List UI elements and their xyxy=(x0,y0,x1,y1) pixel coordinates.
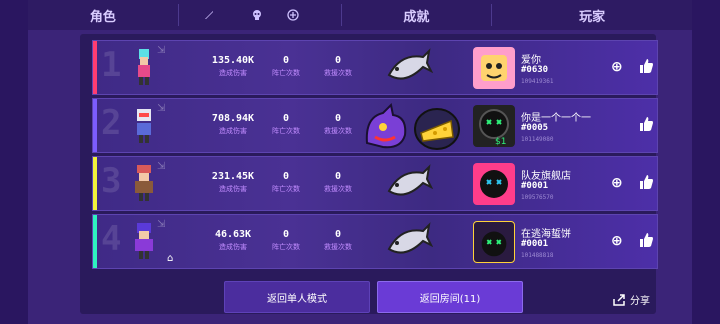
player-name: 队友旗舰店 xyxy=(521,171,571,182)
rescues-value: 0 xyxy=(334,229,342,240)
player-avatar[interactable]: $1 xyxy=(473,105,515,147)
return-room-button[interactable]: 返回房间(11) xyxy=(377,281,523,313)
thumbs-up-icon[interactable] xyxy=(638,174,654,190)
player-uid: 101488818 xyxy=(521,252,554,259)
share-label: 分享 xyxy=(630,296,650,307)
rank-number: 4 xyxy=(101,219,122,259)
rescues-label: 救援次数 xyxy=(324,243,352,251)
deaths-value: 0 xyxy=(282,229,290,240)
player-avatar[interactable] xyxy=(473,163,515,205)
deaths-label: 阵亡次数 xyxy=(272,243,300,251)
player-row-1: 1 ⇲ 135.40K 造成伤害 0 阵亡次数 0 救援次数 爱你 #0630 … xyxy=(92,40,658,95)
damage-stat: 708.94K 造成伤害 xyxy=(203,113,263,136)
player-uid: 109576570 xyxy=(521,194,554,201)
rescues-value: 0 xyxy=(334,113,342,124)
results-panel: 1 ⇲ 135.40K 造成伤害 0 阵亡次数 0 救援次数 爱你 #0630 … xyxy=(80,34,658,314)
player-avatar[interactable] xyxy=(473,47,515,89)
damage-stat: 135.40K 造成伤害 xyxy=(203,55,263,78)
rank-accent xyxy=(93,99,97,152)
rescues-label: 救援次数 xyxy=(324,127,352,135)
rank-accent xyxy=(93,215,97,268)
add-friend-icon[interactable]: ⊕ xyxy=(611,233,623,249)
deaths-value: 0 xyxy=(282,171,290,182)
damage-label: 造成伤害 xyxy=(219,69,247,77)
player-uid: 101149080 xyxy=(521,136,554,143)
home-icon: ⌂ xyxy=(167,253,174,264)
deaths-label: 阵亡次数 xyxy=(272,69,300,77)
add-friend-icon[interactable]: ⊕ xyxy=(611,59,623,75)
player-uid: 109419361 xyxy=(521,78,554,85)
cheese-icon[interactable] xyxy=(411,103,463,151)
rescues-stat: 0 救援次数 xyxy=(315,113,361,136)
rescues-stat: 0 救援次数 xyxy=(315,171,361,194)
damage-stat: 46.63K 造成伤害 xyxy=(203,229,263,252)
rank-accent xyxy=(93,41,97,94)
rank-number: 2 xyxy=(101,103,122,143)
header-role: 角色 xyxy=(89,9,116,25)
deaths-stat: 0 阵亡次数 xyxy=(263,229,309,252)
thumbs-up-icon[interactable] xyxy=(638,116,654,132)
player-row-2: 2 ⇲ 708.94K 造成伤害 0 阵亡次数 0 救援次数 $1 你是一个一个… xyxy=(92,98,658,153)
rescues-stat: 0 救援次数 xyxy=(315,55,361,78)
character-avatar xyxy=(137,109,151,143)
plus-circle-icon xyxy=(275,0,311,30)
player-tag: #0001 xyxy=(521,181,549,191)
fish-icon[interactable] xyxy=(383,45,433,91)
player-row-3: 3 ⇲ 231.45K 造成伤害 0 阵亡次数 0 救援次数 队友旗舰店 #00… xyxy=(92,156,658,211)
deaths-label: 阵亡次数 xyxy=(272,127,300,135)
damage-stat: 231.45K 造成伤害 xyxy=(203,171,263,194)
player-tag: #0005 xyxy=(521,123,549,133)
share-icon xyxy=(613,293,625,306)
damage-value: 135.40K xyxy=(211,55,255,66)
fish-icon[interactable] xyxy=(383,219,433,265)
player-name: 爱你 xyxy=(521,55,541,66)
thumbs-up-icon[interactable] xyxy=(638,232,654,248)
damage-label: 造成伤害 xyxy=(219,185,247,193)
character-avatar xyxy=(135,223,153,259)
thumbs-up-icon[interactable] xyxy=(638,58,654,74)
player-row-4: 4 ⇲ ⌂ 46.63K 造成伤害 0 阵亡次数 0 救援次数 在逃海蜇饼 #0… xyxy=(92,214,658,269)
damage-value: 708.94K xyxy=(211,113,255,124)
header-player: 玩家 xyxy=(579,9,606,25)
add-friend-icon[interactable]: ⊕ xyxy=(611,175,623,191)
right-margin xyxy=(692,0,720,324)
player-name: 你是一个一个一 xyxy=(521,113,591,124)
rescues-value: 0 xyxy=(334,171,342,182)
rescues-label: 救援次数 xyxy=(324,69,352,77)
share-button[interactable]: 分享 xyxy=(612,292,650,307)
header-achievement: 成就 xyxy=(403,9,430,25)
deaths-value: 0 xyxy=(282,55,290,66)
table-header: 角色 成就 玩家 xyxy=(28,0,692,30)
left-margin xyxy=(0,0,28,324)
rank-number: 1 xyxy=(101,45,122,85)
sword-icon xyxy=(179,0,239,30)
dragon-icon[interactable] xyxy=(361,103,413,151)
damage-label: 造成伤害 xyxy=(219,127,247,135)
player-avatar[interactable] xyxy=(473,221,515,263)
deaths-label: 阵亡次数 xyxy=(272,185,300,193)
rank-number: 3 xyxy=(101,161,122,201)
rank-accent xyxy=(93,157,97,210)
deaths-stat: 0 阵亡次数 xyxy=(263,113,309,136)
deaths-stat: 0 阵亡次数 xyxy=(263,55,309,78)
rescues-label: 救援次数 xyxy=(324,185,352,193)
svg-text:$1: $1 xyxy=(495,137,506,147)
rescues-value: 0 xyxy=(334,55,342,66)
skull-icon xyxy=(239,0,275,30)
player-name: 在逃海蜇饼 xyxy=(521,229,571,240)
fish-icon[interactable] xyxy=(383,161,433,207)
character-avatar xyxy=(138,49,150,85)
player-tag: #0630 xyxy=(521,65,549,75)
player-tag: #0001 xyxy=(521,239,549,249)
damage-label: 造成伤害 xyxy=(219,243,247,251)
deaths-stat: 0 阵亡次数 xyxy=(263,171,309,194)
damage-value: 46.63K xyxy=(214,229,252,240)
damage-value: 231.45K xyxy=(211,171,255,182)
return-single-mode-button[interactable]: 返回单人模式 xyxy=(224,281,370,313)
rescues-stat: 0 救援次数 xyxy=(315,229,361,252)
deaths-value: 0 xyxy=(282,113,290,124)
character-avatar xyxy=(135,165,153,201)
